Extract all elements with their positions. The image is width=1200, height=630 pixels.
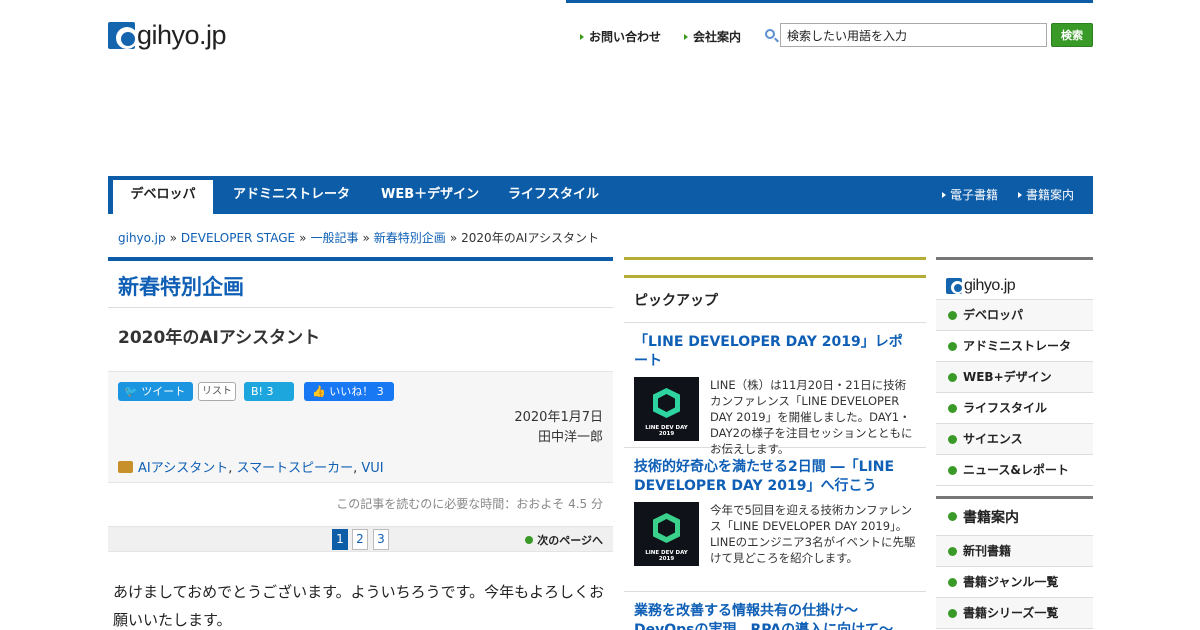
sidebar-item-book-genres[interactable]: 書籍ジャンル一覧 [936, 567, 1093, 598]
pickup-item-text: 今年で5回目を迎える技術カンファレンス「LINE DEVELOPER DAY 2… [710, 503, 916, 565]
sidebar-item-book-series[interactable]: 書籍シリーズ一覧 [936, 598, 1093, 629]
pickup-item[interactable]: 「LINE DEVELOPER DAY 2019」レポート LINE DEV D… [624, 323, 926, 456]
main-nav: デベロッパ アドミニストレータ WEB＋デザイン ライフスタイル 電子書籍 書籍… [108, 176, 1093, 214]
pickup-item-title[interactable]: 業務を改善する情報共有の仕掛け～DevOpsの実現、RPAの導入に向けて～ [634, 602, 916, 630]
thumbnail-label: LINE DEV DAY 2019 [645, 425, 688, 437]
company-link[interactable]: 会社案内 [684, 28, 741, 45]
sidebar-item-administrator[interactable]: アドミニストレータ [936, 331, 1093, 362]
breadcrumb-general[interactable]: 一般記事 [310, 231, 358, 245]
nav-tab-lifestyle[interactable]: ライフスタイル [508, 176, 599, 214]
sidebar: gihyo.jp デベロッパ アドミニストレータ WEB+デザイン ライフスタイ… [936, 257, 1093, 629]
article-author[interactable]: 田中洋一郎 [514, 428, 603, 448]
sidebar-books-heading[interactable]: 書籍案内 [936, 496, 1093, 536]
pagination: 1 2 3 次のページへ [108, 526, 613, 552]
nav-ebooks-link[interactable]: 電子書籍 [942, 176, 998, 214]
pickup-item-title[interactable]: 技術的好奇心を満たせる2日間 ―「LINE DEVELOPER DAY 2019… [634, 458, 916, 496]
logo-text: gihyo.jp [137, 20, 227, 50]
pickup-thumbnail[interactable]: LINE DEV DAY 2019 [634, 377, 699, 441]
pickup-item[interactable]: 業務を改善する情報共有の仕掛け～DevOpsの実現、RPAの導入に向けて～ [624, 592, 926, 630]
nav-tab-web-design[interactable]: WEB＋デザイン [381, 176, 479, 214]
breadcrumb-new-year[interactable]: 新春特別企画 [374, 231, 446, 245]
tag-smart-speaker[interactable]: スマートスピーカー [236, 461, 353, 476]
nav-tab-administrator[interactable]: アドミニストレータ [233, 176, 350, 214]
sidebar-item-science[interactable]: サイエンス [936, 424, 1093, 455]
tag-ai-assistant[interactable]: AIアシスタント [138, 461, 228, 476]
twitter-bird-icon: 🐦 [124, 385, 138, 398]
header-top-line [566, 0, 1093, 3]
page-2[interactable]: 2 [352, 529, 368, 550]
page-1[interactable]: 1 [332, 529, 348, 550]
article-body: あけましておめでとうございます。よういちろうです。今年もよろしくお願いいたします… [113, 583, 605, 629]
search-input[interactable] [780, 23, 1047, 47]
tweet-button[interactable]: 🐦 ツイート [118, 382, 193, 401]
sidebar-logo[interactable]: gihyo.jp [936, 260, 1093, 300]
article-title: 2020年のAIアシスタント [118, 328, 321, 348]
nav-tab-developer[interactable]: デベロッパ [113, 180, 213, 214]
hatena-bookmark-button[interactable]: B! 3 [244, 382, 294, 401]
facebook-like-button[interactable]: 👍 いいね！ 3 [304, 382, 394, 401]
sidebar-item-lifestyle[interactable]: ライフスタイル [936, 393, 1093, 424]
sidebar-item-developer[interactable]: デベロッパ [936, 300, 1093, 331]
tweet-label: ツイート [141, 385, 186, 398]
pickup-thumbnail[interactable]: LINE DEV DAY 2019 [634, 502, 699, 566]
article-column: 新春特別企画 2020年のAIアシスタント 🐦 ツイート リスト B! 3 👍 … [108, 257, 613, 630]
search-button[interactable]: 検索 [1051, 23, 1093, 47]
breadcrumb-developer-stage[interactable]: DEVELOPER STAGE [181, 231, 295, 245]
thumbnail-label: LINE DEV DAY 2019 [645, 550, 688, 562]
list-button[interactable]: リスト [198, 382, 236, 401]
pickup-item-title[interactable]: 「LINE DEVELOPER DAY 2019」レポート [634, 333, 916, 371]
page-3[interactable]: 3 [373, 529, 389, 550]
logo-mark-icon [946, 277, 962, 294]
tag-icon [118, 461, 133, 473]
read-time: この記事を読むのに必要な時間：おおよそ 4.5 分 [108, 482, 613, 526]
sidebar-categories: gihyo.jp デベロッパ アドミニストレータ WEB+デザイン ライフスタイ… [936, 257, 1093, 486]
site-logo[interactable]: gihyo.jp [108, 20, 227, 51]
nav-books-link[interactable]: 書籍案内 [1018, 176, 1074, 214]
next-page-link[interactable]: 次のページへ [525, 532, 603, 548]
thumbs-up-icon: 👍 [312, 385, 326, 398]
contact-link[interactable]: お問い合わせ [580, 28, 661, 45]
breadcrumb-home[interactable]: gihyo.jp [118, 231, 166, 245]
sidebar-logo-text: gihyo.jp [964, 276, 1016, 294]
sidebar-item-new-books[interactable]: 新刊書籍 [936, 536, 1093, 567]
article-date: 2020年1月7日 [514, 410, 603, 425]
category-title[interactable]: 新春特別企画 [108, 261, 613, 308]
sidebar-item-news[interactable]: ニュース&レポート [936, 455, 1093, 486]
logo-mark-icon [108, 22, 135, 49]
pickup-column: ピックアップ 「LINE DEVELOPER DAY 2019」レポート LIN… [624, 257, 926, 630]
pickup-bar [624, 257, 926, 278]
article-date-author: 2020年1月7日 田中洋一郎 [514, 408, 603, 448]
pickup-item[interactable]: 技術的好奇心を満たせる2日間 ―「LINE DEVELOPER DAY 2019… [624, 448, 926, 592]
pickup-heading: ピックアップ [624, 278, 926, 323]
pickup-item-text: LINE（株）は11月20日・21日に技術カンファレンス「LINE DEVELO… [710, 378, 913, 456]
breadcrumb: gihyo.jp» DEVELOPER STAGE» 一般記事» 新春特別企画» 202… [118, 231, 599, 245]
search-icon [765, 29, 775, 39]
breadcrumb-current: 2020年のAIアシスタント [461, 231, 599, 245]
article-meta: 🐦 ツイート リスト B! 3 👍 いいね！ 3 2020年1月7日 田中洋一郎… [108, 371, 613, 482]
article-tags: AIアシスタント, スマートスピーカー, VUI [118, 457, 384, 476]
tag-vui[interactable]: VUI [361, 461, 383, 476]
sidebar-item-web-design[interactable]: WEB+デザイン [936, 362, 1093, 393]
like-label: いいね！ 3 [329, 385, 384, 398]
